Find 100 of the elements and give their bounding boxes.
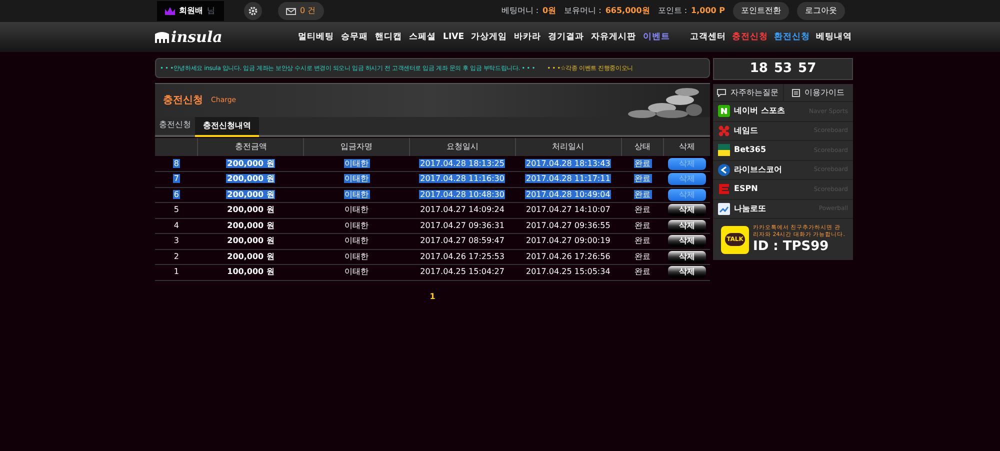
nav-link[interactable]: 스페셜 bbox=[409, 30, 436, 44]
table-cell: 이태한 bbox=[344, 267, 369, 276]
page-link[interactable]: 1 bbox=[430, 290, 436, 302]
table-cell: 이태한 bbox=[344, 220, 369, 230]
clock-digits: 53 bbox=[774, 60, 792, 78]
table-cell: 2017.04.26 17:25:53 bbox=[420, 252, 504, 261]
nav-link[interactable]: 고객센터 bbox=[690, 30, 726, 44]
table-cell: 2017.04.25 15:05:34 bbox=[526, 267, 610, 276]
table-cell: 200,000 원 bbox=[226, 174, 276, 184]
table-cell: 2017.04.27 14:09:24 bbox=[420, 205, 504, 214]
betting-money-label: 베팅머니 : bbox=[501, 5, 539, 17]
chart-icon bbox=[718, 202, 730, 215]
table-cell: 2017.04.28 18:13:25 bbox=[419, 158, 506, 168]
nav-link[interactable]: 승무패 bbox=[341, 30, 368, 44]
table-cell: 완료 bbox=[634, 158, 652, 168]
betting-money: 0원 bbox=[542, 5, 556, 17]
table-cell: 7 bbox=[172, 174, 180, 184]
envelope-icon bbox=[286, 8, 296, 14]
table-cell: 완료 bbox=[634, 220, 650, 230]
topbar-button[interactable]: 포인트전환 bbox=[733, 2, 789, 20]
delete-button[interactable]: 삭제 bbox=[668, 250, 706, 263]
messages-button[interactable]: 0 건 bbox=[278, 2, 324, 20]
user-name: 회원배 bbox=[179, 5, 203, 17]
user-suffix: 님 bbox=[207, 5, 215, 17]
nav-link[interactable]: 핸디캡 bbox=[375, 30, 402, 44]
nav-link[interactable]: 멀티베팅 bbox=[298, 30, 334, 44]
table-cell: 3 bbox=[174, 236, 179, 246]
nav-link[interactable]: LIVE bbox=[443, 30, 464, 44]
table-cell: 완료 bbox=[634, 190, 652, 199]
table-cell: 완료 bbox=[634, 252, 650, 261]
dots-icon bbox=[718, 124, 730, 137]
points-label: 포인트 : bbox=[658, 5, 688, 17]
kakao-id: ID : TPS99 bbox=[753, 239, 830, 254]
topbar-button[interactable]: 로그아웃 bbox=[797, 2, 845, 20]
n-logo-icon bbox=[718, 105, 730, 118]
table-cell: 100,000 원 bbox=[227, 267, 274, 276]
table-cell: 이태한 bbox=[344, 252, 369, 261]
column-header: 삭제 bbox=[664, 138, 710, 156]
holding-money: 665,000원 bbox=[605, 5, 650, 17]
panel-title: 충전신청 bbox=[163, 94, 203, 108]
holding-money-label: 보유머니 : bbox=[564, 5, 602, 17]
table-cell: 200,000 원 bbox=[226, 190, 276, 199]
column-header: 충전금액 bbox=[198, 138, 304, 156]
nav-link[interactable]: 베팅내역 bbox=[816, 30, 852, 44]
table-cell: 200,000 원 bbox=[226, 158, 276, 168]
bet-logo-icon bbox=[718, 144, 730, 156]
arrow-circle-icon bbox=[718, 164, 730, 176]
e-logo-icon bbox=[718, 183, 730, 196]
nav-link[interactable]: 가상게임 bbox=[471, 30, 507, 44]
table-cell: 200,000 원 bbox=[227, 252, 274, 261]
table-cell: 이태한 bbox=[344, 205, 369, 214]
nav-link[interactable]: 경기결과 bbox=[548, 30, 584, 44]
table-cell: 이태한 bbox=[344, 190, 370, 199]
delete-button[interactable]: 삭제 bbox=[668, 235, 706, 248]
column-header: 상태 bbox=[621, 138, 664, 156]
nav-link[interactable]: 충전신청 bbox=[732, 30, 768, 44]
table-cell: 2017.04.28 18:13:43 bbox=[525, 158, 612, 168]
clock-digits: 57 bbox=[798, 60, 816, 78]
table-cell: 5 bbox=[174, 205, 179, 214]
delete-button[interactable]: 삭제 bbox=[668, 204, 706, 216]
delete-button[interactable]: 삭제 bbox=[668, 220, 706, 232]
table-cell: 1 bbox=[174, 267, 179, 276]
table-cell: 4 bbox=[174, 220, 179, 230]
clock-digits: 18 bbox=[750, 60, 768, 78]
table-cell: 2017.04.27 09:36:31 bbox=[420, 220, 504, 230]
table-cell: 2017.04.28 11:16:30 bbox=[419, 174, 506, 184]
settings-button[interactable] bbox=[244, 2, 262, 20]
table-cell: 완료 bbox=[634, 205, 650, 214]
table-cell: 2017.04.25 15:04:27 bbox=[420, 267, 504, 276]
table-cell: 이태한 bbox=[344, 236, 369, 246]
table-cell: 이태한 bbox=[344, 158, 370, 168]
side-tab[interactable]: 이용가이드 bbox=[784, 84, 853, 101]
nav-link[interactable]: 자유게시판 bbox=[591, 30, 636, 44]
delete-button[interactable]: 삭제 bbox=[668, 266, 706, 278]
colosseum-icon bbox=[155, 31, 169, 43]
nav-link[interactable]: 환전신청 bbox=[774, 30, 810, 44]
table-cell: 완료 bbox=[634, 236, 650, 246]
table-cell: 완료 bbox=[634, 267, 650, 276]
tab[interactable]: 충전신청내역 bbox=[195, 117, 259, 137]
settings-icon bbox=[248, 6, 258, 16]
table-cell: 200,000 원 bbox=[227, 236, 274, 246]
table-cell: 2017.04.27 09:00:19 bbox=[526, 236, 610, 246]
tab[interactable]: 충전신청 bbox=[155, 115, 195, 135]
side-tab[interactable]: 자주하는질문 bbox=[713, 84, 784, 101]
table-cell: 6 bbox=[172, 190, 180, 199]
nav-link[interactable]: 이벤트 bbox=[643, 30, 670, 44]
table-cell: 2017.04.26 17:26:56 bbox=[526, 252, 610, 261]
logo[interactable]: insula bbox=[155, 26, 222, 48]
table-cell: 2017.04.28 10:49:04 bbox=[525, 190, 612, 199]
speech-bubble-icon bbox=[717, 88, 726, 96]
table-cell: 2017.04.27 08:59:47 bbox=[420, 236, 504, 246]
nav-link[interactable]: 바카라 bbox=[514, 30, 541, 44]
table-cell: 완료 bbox=[634, 174, 652, 184]
table-cell: 2017.04.27 09:36:55 bbox=[526, 220, 610, 230]
table-cell: 이태한 bbox=[344, 174, 370, 184]
column-header: 요청일시 bbox=[409, 138, 516, 156]
table-cell: 2 bbox=[174, 252, 179, 261]
table-cell: 2017.04.28 10:48:30 bbox=[419, 190, 506, 199]
crown-icon bbox=[165, 7, 175, 15]
table-cell: 2017.04.27 14:10:07 bbox=[526, 205, 610, 214]
